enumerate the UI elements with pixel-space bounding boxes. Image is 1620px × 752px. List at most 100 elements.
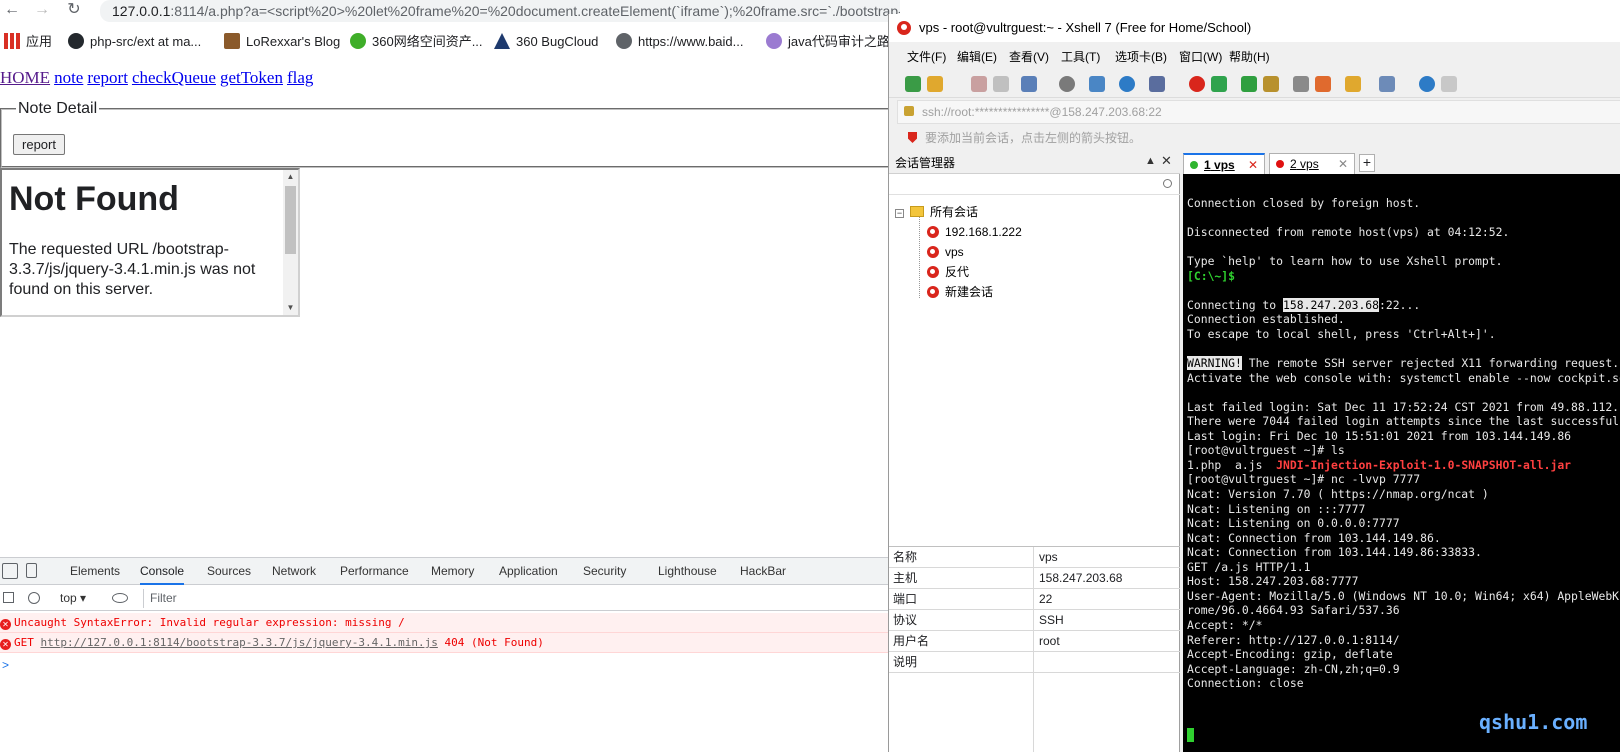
tab-sources[interactable]: Sources — [207, 558, 251, 585]
tab-session-1[interactable]: 1 vps ✕ — [1183, 153, 1265, 174]
forward-icon[interactable]: → — [32, 1, 52, 21]
nav-link-note[interactable]: note — [54, 68, 83, 87]
new-session-icon[interactable] — [905, 76, 921, 92]
menu-file[interactable]: 文件(F) — [907, 44, 946, 70]
console-filter-input[interactable]: Filter — [143, 589, 743, 608]
terminal-line: Last failed login: Sat Dec 11 17:52:24 C… — [1187, 399, 1620, 414]
tab-performance[interactable]: Performance — [340, 558, 409, 585]
console-prompt[interactable]: > — [2, 658, 9, 672]
tab-network[interactable]: Network — [272, 558, 316, 585]
bookmark-php-src[interactable]: php-src/ext at ma... — [68, 30, 201, 54]
bookmark-pin-icon[interactable] — [908, 132, 917, 143]
menu-tools[interactable]: 工具(T) — [1061, 44, 1100, 70]
nav-link-checkqueue[interactable]: checkQueue — [132, 68, 216, 87]
session-search-input[interactable] — [889, 175, 1180, 195]
folder-icon — [910, 206, 924, 217]
bookmark-360-bugcloud[interactable]: 360 BugCloud — [494, 30, 598, 54]
close-icon[interactable]: ✕ — [1161, 153, 1172, 169]
chat-icon[interactable] — [1441, 76, 1457, 92]
globe-icon[interactable] — [1119, 76, 1135, 92]
tab-lighthouse[interactable]: Lighthouse — [658, 558, 717, 585]
menu-help[interactable]: 帮助(H) — [1229, 44, 1270, 70]
tab-hackbar[interactable]: HackBar — [740, 558, 786, 585]
context-select[interactable]: top ▾ — [60, 586, 86, 611]
lock-icon[interactable] — [1263, 76, 1279, 92]
bookmark-baidu[interactable]: https://www.baid... — [616, 30, 744, 54]
nav-link-report[interactable]: report — [87, 68, 128, 87]
find-icon[interactable] — [1059, 76, 1075, 92]
highlight-icon[interactable] — [1315, 76, 1331, 92]
bugcloud-icon — [494, 33, 510, 49]
xshell-menubar: 文件(F) 编辑(E) 查看(V) 工具(T) 选项卡(B) 窗口(W) 帮助(… — [889, 44, 1620, 70]
tab-session-2[interactable]: 2 vps ✕ — [1269, 153, 1355, 174]
menu-tabs[interactable]: 选项卡(B) — [1115, 44, 1167, 70]
xshell-icon[interactable] — [1189, 76, 1205, 92]
terminal-output[interactable]: Connection closed by foreign host. Discon… — [1183, 174, 1620, 752]
fullscreen-icon[interactable] — [1241, 76, 1257, 92]
tree-item-session[interactable]: vps — [927, 242, 964, 262]
tab-application[interactable]: Application — [499, 558, 558, 585]
help-icon[interactable] — [1419, 76, 1435, 92]
bookmark-apps[interactable]: 应用 — [4, 30, 52, 54]
url-input[interactable]: 127.0.0.1:8114/a.php?a=<script%20>%20let… — [100, 0, 900, 22]
pin-icon[interactable]: ▲ — [1145, 155, 1156, 167]
layout-grid-icon[interactable] — [1379, 76, 1395, 92]
reload-icon[interactable]: ↻ — [64, 1, 84, 21]
tab-security[interactable]: Security — [583, 558, 626, 585]
inspect-element-icon[interactable] — [2, 563, 18, 579]
terminal-line: Ncat: Version 7.70 ( https://nmap.org/nc… — [1187, 487, 1489, 501]
iframe-scrollbar[interactable]: ▲ ▼ — [283, 170, 298, 315]
keyboard-icon[interactable] — [1293, 76, 1309, 92]
console-resource-link[interactable]: http://127.0.0.1:8114/bootstrap-3.3.7/js… — [41, 636, 438, 649]
java-icon — [766, 33, 782, 49]
nav-link-flag[interactable]: flag — [287, 68, 313, 87]
eye-icon[interactable] — [112, 593, 128, 603]
bookmarks-bar: 应用 php-src/ext at ma... LoRexxar's Blog … — [0, 30, 900, 54]
tree-item-session[interactable]: 192.168.1.222 — [927, 222, 1022, 242]
open-folder-icon[interactable] — [927, 76, 943, 92]
bookmark-java-audit[interactable]: java代码审计之路 - — [766, 30, 898, 54]
sidebar-toggle-icon[interactable] — [3, 592, 14, 603]
disconnect-icon[interactable] — [993, 76, 1009, 92]
xftp-icon[interactable] — [1211, 76, 1227, 92]
tab-memory[interactable]: Memory — [431, 558, 474, 585]
terminal-line: Ncat: Connection from 103.144.149.86:338… — [1187, 545, 1482, 560]
note-detail-legend: Note Detail — [18, 100, 98, 117]
scroll-up-icon[interactable]: ▲ — [283, 170, 298, 184]
terminal-line: [root@vultrguest ~]# nc -lvvp 7777 — [1187, 472, 1421, 487]
font-icon[interactable] — [1149, 76, 1165, 92]
scroll-thumb[interactable] — [285, 186, 296, 254]
report-button[interactable]: report — [13, 134, 65, 155]
lock-icon — [904, 106, 914, 116]
search-icon[interactable] — [1163, 179, 1172, 188]
back-icon[interactable]: ← — [2, 1, 22, 21]
clear-console-icon[interactable] — [28, 592, 40, 604]
tab-elements[interactable]: Elements — [70, 558, 120, 585]
blog-icon — [224, 33, 240, 49]
menu-view[interactable]: 查看(V) — [1009, 44, 1049, 70]
bookmark-360-space[interactable]: 360网络空间资产... — [350, 30, 483, 54]
nav-link-gettoken[interactable]: getToken — [220, 68, 283, 87]
layout-icon[interactable] — [1089, 76, 1105, 92]
device-toolbar-icon[interactable] — [26, 563, 37, 578]
close-tab-icon[interactable]: ✕ — [1248, 155, 1258, 175]
connect-icon[interactable] — [971, 76, 987, 92]
bookmark-lorexxar[interactable]: LoRexxar's Blog — [224, 30, 340, 54]
tree-item-session[interactable]: 新建会话 — [927, 282, 993, 302]
properties-icon[interactable] — [1021, 76, 1037, 92]
session-address-bar[interactable]: ssh://root:****************@158.247.203.… — [897, 100, 1620, 124]
menu-edit[interactable]: 编辑(E) — [957, 44, 997, 70]
tab-console[interactable]: Console — [140, 558, 185, 585]
add-folder-icon[interactable] — [1345, 76, 1361, 92]
scroll-down-icon[interactable]: ▼ — [283, 301, 298, 315]
terminal-line: Ncat: Listening on 0.0.0.0:7777 — [1187, 516, 1400, 531]
tree-root-all-sessions[interactable]: − 所有会话 — [895, 202, 978, 222]
session-manager-panel: 会话管理器 ▲ ✕ − 所有会话 192.168.1.222 vps 反代 新建会… — [889, 152, 1180, 752]
new-tab-button[interactable]: + — [1359, 154, 1375, 172]
tree-item-session[interactable]: 反代 — [927, 262, 969, 282]
status-dot-icon — [1276, 160, 1284, 168]
menu-window[interactable]: 窗口(W) — [1179, 44, 1222, 70]
collapse-icon[interactable]: − — [895, 209, 904, 218]
nav-link-home[interactable]: HOME — [0, 68, 50, 87]
close-tab-icon[interactable]: ✕ — [1338, 154, 1348, 174]
